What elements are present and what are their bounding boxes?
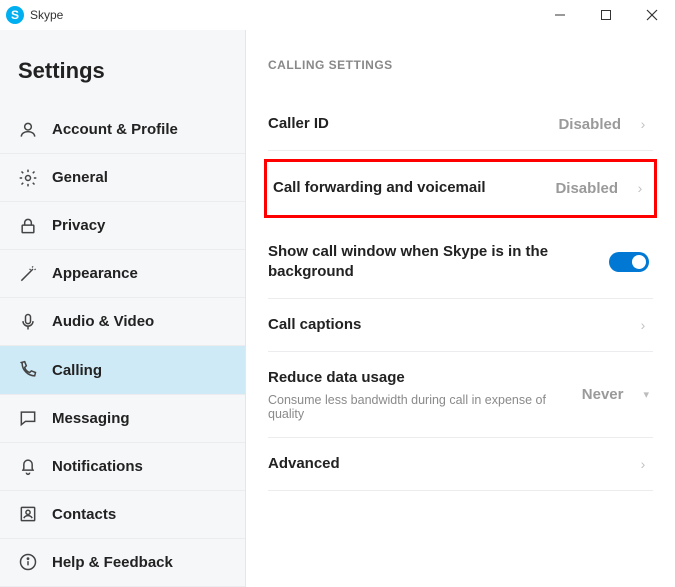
skype-logo-icon: S — [6, 6, 24, 24]
sidebar-item-label: Appearance — [52, 265, 138, 282]
settings-content: CALLING SETTINGS Caller ID Disabled › Ca… — [246, 30, 675, 587]
window-controls — [537, 0, 675, 30]
chevron-right-icon: › — [637, 456, 649, 472]
row-call-captions[interactable]: Call captions › — [268, 299, 653, 352]
row-caller-id[interactable]: Caller ID Disabled › — [268, 98, 653, 151]
row-show-call-window[interactable]: Show call window when Skype is in the ba… — [268, 226, 653, 300]
title-bar: S Skype — [0, 0, 675, 30]
row-label: Call captions — [268, 315, 627, 335]
chevron-right-icon: › — [637, 317, 649, 333]
sidebar-item-privacy[interactable]: Privacy — [0, 202, 245, 250]
section-header: CALLING SETTINGS — [268, 58, 653, 72]
bell-icon — [18, 456, 38, 476]
microphone-icon — [18, 312, 38, 332]
row-value: Never — [582, 386, 624, 403]
sidebar-item-account[interactable]: Account & Profile — [0, 106, 245, 154]
sidebar-item-audio-video[interactable]: Audio & Video — [0, 298, 245, 346]
chat-icon — [18, 408, 38, 428]
lock-icon — [18, 216, 38, 236]
row-advanced[interactable]: Advanced › — [268, 438, 653, 491]
sidebar-item-calling[interactable]: Calling — [0, 346, 245, 394]
row-value: Disabled — [558, 116, 621, 133]
chevron-right-icon: › — [637, 116, 649, 132]
minimize-button[interactable] — [537, 0, 583, 30]
row-label: Call forwarding and voicemail — [273, 178, 545, 198]
sidebar-item-label: Contacts — [52, 506, 116, 523]
maximize-button[interactable] — [583, 0, 629, 30]
row-reduce-data-usage[interactable]: Reduce data usage Consume less bandwidth… — [268, 352, 653, 437]
phone-icon — [18, 360, 38, 380]
settings-title: Settings — [0, 30, 245, 106]
sidebar-item-contacts[interactable]: Contacts — [0, 491, 245, 539]
wand-icon — [18, 264, 38, 284]
sidebar-item-label: Audio & Video — [52, 313, 154, 330]
row-label: Reduce data usage — [268, 368, 572, 388]
sidebar-item-label: Help & Feedback — [52, 554, 173, 571]
row-label: Caller ID — [268, 114, 548, 134]
close-button[interactable] — [629, 0, 675, 30]
row-label: Advanced — [268, 454, 627, 474]
sidebar-item-label: Notifications — [52, 458, 143, 475]
sidebar-item-notifications[interactable]: Notifications — [0, 443, 245, 491]
sidebar-item-messaging[interactable]: Messaging — [0, 395, 245, 443]
sidebar-item-label: General — [52, 169, 108, 186]
app-title: Skype — [30, 8, 63, 22]
sidebar-item-help[interactable]: Help & Feedback — [0, 539, 245, 587]
account-icon — [18, 120, 38, 140]
row-call-forwarding[interactable]: Call forwarding and voicemail Disabled › — [264, 159, 657, 217]
sidebar-item-label: Account & Profile — [52, 121, 178, 138]
row-sublabel: Consume less bandwidth during call in ex… — [268, 393, 572, 421]
chevron-down-icon: ▾ — [643, 388, 649, 401]
sidebar-item-label: Messaging — [52, 410, 130, 427]
gear-icon — [18, 168, 38, 188]
sidebar-item-label: Calling — [52, 362, 102, 379]
settings-sidebar: Settings Account & Profile General Priva… — [0, 30, 246, 587]
sidebar-item-label: Privacy — [52, 217, 105, 234]
contacts-icon — [18, 504, 38, 524]
sidebar-item-appearance[interactable]: Appearance — [0, 250, 245, 298]
row-label: Show call window when Skype is in the ba… — [268, 242, 599, 283]
row-value: Disabled — [555, 180, 618, 197]
toggle-switch-on[interactable] — [609, 252, 649, 272]
info-icon — [18, 552, 38, 572]
chevron-right-icon: › — [634, 180, 646, 196]
sidebar-item-general[interactable]: General — [0, 154, 245, 202]
